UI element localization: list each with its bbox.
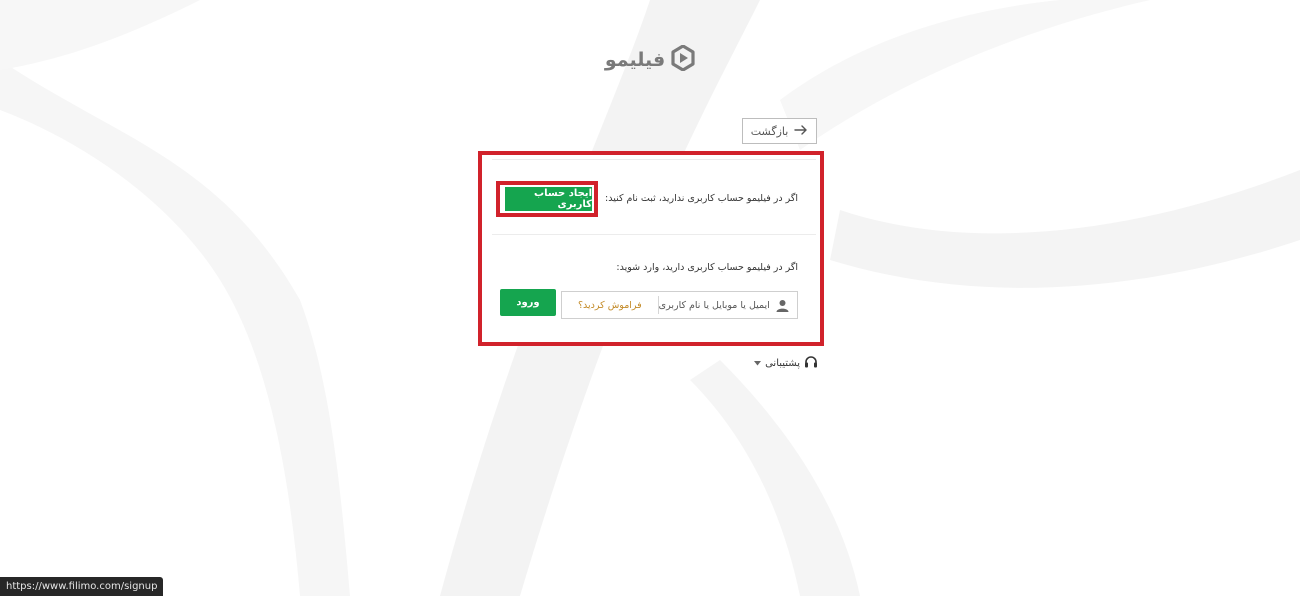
create-account-button[interactable]: ایجاد حساب کاربری	[502, 187, 592, 211]
arrow-right-icon	[794, 124, 808, 138]
filimo-play-logo-icon	[671, 44, 695, 75]
caret-down-icon	[754, 358, 762, 369]
input-separator	[657, 296, 659, 314]
filimo-logo[interactable]: فیلیمو	[600, 44, 700, 76]
signup-button-highlight: ایجاد حساب کاربری	[496, 181, 598, 217]
status-bar-url: https://www.filimo.com/signup	[0, 577, 164, 596]
user-icon	[774, 299, 791, 312]
brand-name: فیلیمو	[604, 49, 666, 71]
support-label: پشتیبانی	[765, 357, 800, 369]
login-button[interactable]: ورود	[500, 289, 556, 316]
headset-icon	[804, 355, 818, 372]
auth-card: اگر در فیلیمو حساب کاربری ندارید، ثبت نا…	[478, 151, 824, 346]
back-button-label: بازگشت	[750, 124, 789, 138]
signup-prompt: اگر در فیلیمو حساب کاربری ندارید، ثبت نا…	[605, 193, 798, 204]
card-top-divider	[492, 159, 816, 160]
section-divider	[492, 234, 816, 235]
back-button[interactable]: بازگشت	[742, 118, 817, 144]
username-placeholder: ایمیل یا موبایل یا نام کاربری	[658, 299, 770, 311]
forgot-password-link[interactable]: فراموش کردید؟	[562, 300, 658, 311]
username-input[interactable]: ایمیل یا موبایل یا نام کاربری فراموش کرد…	[561, 291, 798, 319]
support-menu[interactable]: پشتیبانی	[750, 355, 818, 371]
login-prompt: اگر در فیلیمو حساب کاربری دارید، وارد شو…	[616, 262, 798, 273]
